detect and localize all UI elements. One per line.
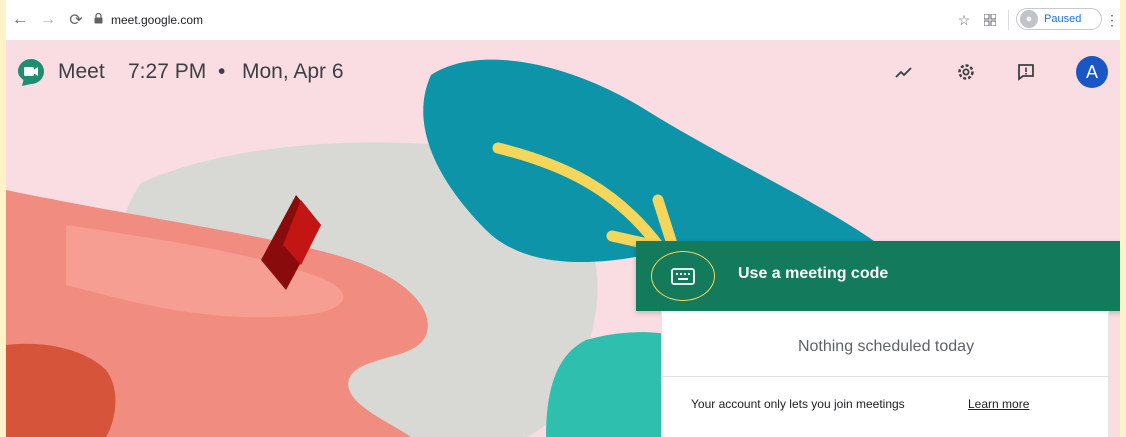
profile-status-label: Paused: [1044, 13, 1082, 25]
schedule-divider: [662, 376, 1110, 377]
forward-arrow-icon[interactable]: →: [38, 10, 58, 30]
schedule-panel: Nothing scheduled today Your account onl…: [661, 311, 1110, 437]
nothing-scheduled-text: Nothing scheduled today: [797, 338, 975, 355]
profile-avatar-icon: ●: [1020, 10, 1038, 28]
meet-logo-icon: [18, 59, 44, 86]
activity-trend-icon[interactable]: [892, 60, 916, 84]
current-time: 7:27 PM: [128, 60, 207, 83]
browser-menu-icon[interactable]: ⋮: [1105, 10, 1119, 30]
meet-header: Meet 7:27 PM • Mon, Apr 6 A: [6, 40, 1120, 104]
app-name: Meet: [58, 60, 105, 83]
url-text: meet.google.com: [111, 13, 204, 27]
use-meeting-code-label: Use a meeting code: [738, 265, 889, 282]
lock-icon: [94, 12, 103, 27]
feedback-icon[interactable]: [1014, 60, 1038, 84]
reload-icon[interactable]: ⟳: [66, 10, 86, 30]
toolbar-divider: [1008, 10, 1009, 30]
time-date-separator: •: [218, 60, 226, 83]
meet-page: Meet 7:27 PM • Mon, Apr 6 A Use a meetin…: [6, 40, 1120, 437]
current-date: Mon, Apr 6: [242, 60, 344, 83]
extensions-grid-icon[interactable]: [980, 10, 1000, 30]
address-bar[interactable]: meet.google.com: [94, 9, 914, 31]
use-meeting-code-button[interactable]: Use a meeting code: [636, 241, 1120, 311]
profile-paused-chip[interactable]: ● Paused: [1016, 8, 1102, 30]
account-avatar[interactable]: A: [1076, 56, 1108, 88]
settings-gear-icon[interactable]: [954, 60, 978, 84]
bookmark-star-icon[interactable]: ☆: [954, 10, 974, 30]
learn-more-link[interactable]: Learn more: [968, 397, 1029, 411]
screenshot-frame: ← → ⟳ meet.google.com ☆ ● Paused ⋮ Meet …: [6, 0, 1120, 437]
annotation-circle: [651, 251, 715, 301]
account-restriction-note: Your account only lets you join meetings: [691, 397, 905, 411]
browser-toolbar: ← → ⟳ meet.google.com ☆ ● Paused ⋮: [6, 0, 1120, 40]
back-arrow-icon[interactable]: ←: [10, 10, 30, 30]
